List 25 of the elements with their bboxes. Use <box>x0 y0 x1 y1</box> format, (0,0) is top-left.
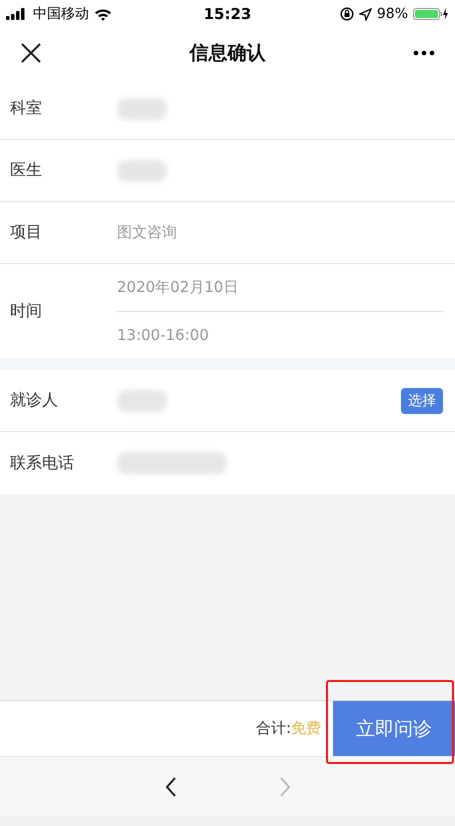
close-button[interactable] <box>20 42 42 64</box>
consult-button[interactable]: 立即问诊 <box>333 701 455 756</box>
field-label: 时间 <box>10 300 43 322</box>
blurred-value <box>117 98 167 120</box>
battery-charging-icon <box>413 7 449 21</box>
select-button[interactable]: 选择 <box>401 388 443 414</box>
battery-percent: 98% <box>376 6 408 22</box>
page-title: 信息确认 <box>190 41 266 66</box>
location-arrow-icon <box>358 8 372 20</box>
total-price: 合计:免费 <box>256 719 321 738</box>
clock-time: 15:23 <box>204 5 252 23</box>
field-label: 科室 <box>10 98 43 119</box>
field-label: 项目 <box>10 222 43 243</box>
more-button[interactable] <box>413 50 435 56</box>
wifi-icon <box>94 8 112 20</box>
field-label: 就诊人 <box>10 390 59 411</box>
field-label: 医生 <box>10 160 43 181</box>
field-label: 联系电话 <box>10 452 75 474</box>
carrier-name: 中国移动 <box>33 5 89 23</box>
rotation-lock-icon <box>340 7 354 21</box>
field-value: 2020年02月10日 <box>117 277 240 298</box>
blurred-value <box>117 390 167 412</box>
field-value: 图文咨询 <box>117 223 177 241</box>
back-button[interactable] <box>164 776 178 798</box>
blurred-value <box>117 160 167 182</box>
